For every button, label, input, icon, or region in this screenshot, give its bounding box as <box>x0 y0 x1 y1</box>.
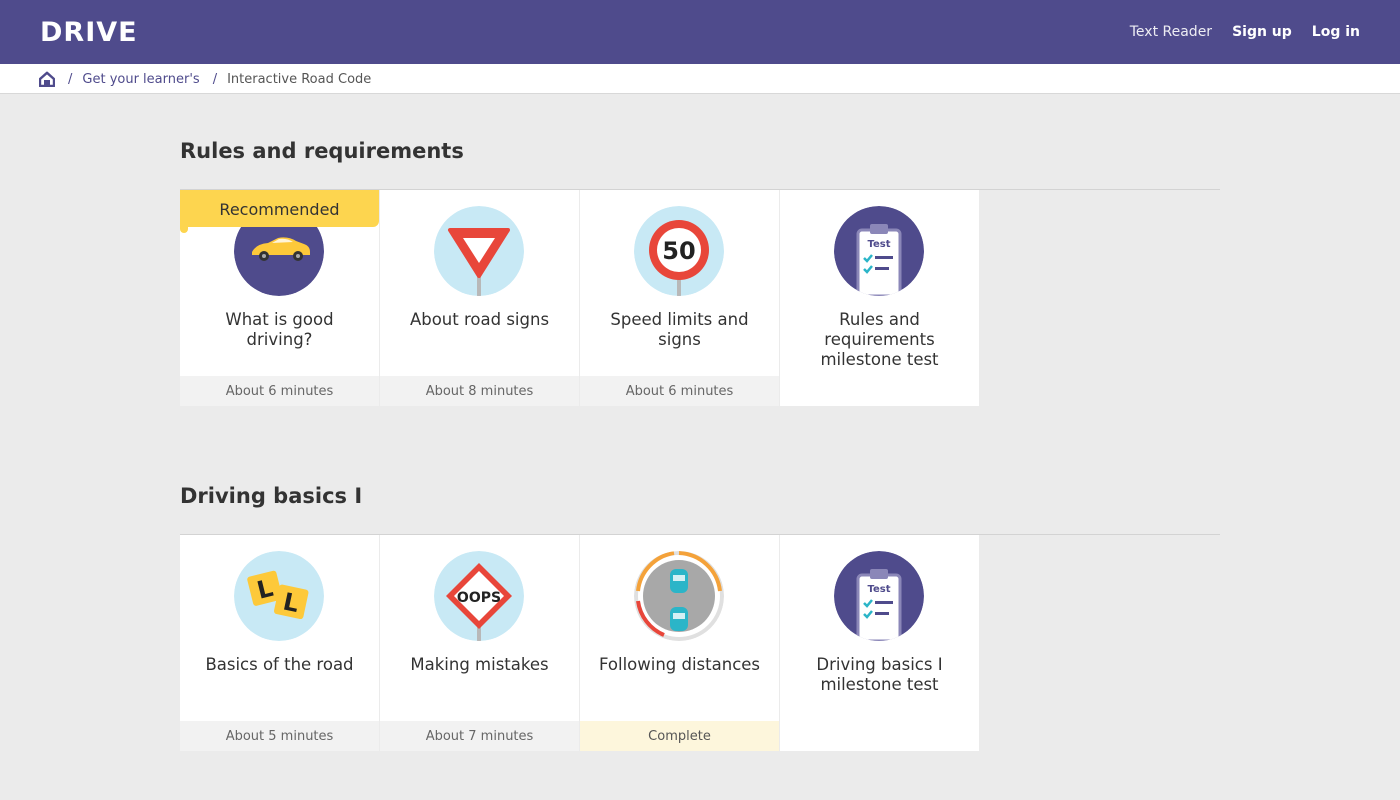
card-duration: About 5 minutes <box>180 721 379 751</box>
module-card-driving-basics-milestone-test[interactable]: Test Driving basics I milestone test <box>780 535 979 751</box>
test-clipboard-icon: Test <box>834 551 924 641</box>
breadcrumb: / Get your learner's / Interactive Road … <box>38 71 372 88</box>
oops-sign-icon: OOPS <box>434 551 524 641</box>
module-card-speed-limits-and-signs[interactable]: 50 Speed limits and signs About 6 minute… <box>580 190 779 406</box>
section-title: Rules and requirements <box>180 139 464 163</box>
test-clipboard-icon: Test <box>834 206 924 296</box>
card-title: About road signs <box>409 310 550 329</box>
card-duration: About 8 minutes <box>380 376 579 406</box>
module-card-rules-milestone-test[interactable]: Test Rules and requirements milestone te… <box>780 190 979 406</box>
module-card-making-mistakes[interactable]: OOPS Making mistakes About 7 minutes <box>380 535 579 751</box>
sign-up-link[interactable]: Sign up <box>1232 24 1292 40</box>
following-distance-cars-icon <box>634 551 724 641</box>
breadcrumb-separator: / <box>212 71 218 87</box>
section-driving-basics-1: Driving basics I L L Basics of the road <box>180 484 1220 754</box>
give-way-sign-icon <box>434 206 524 296</box>
card-title: Driving basics I milestone test <box>816 655 943 694</box>
card-status-complete: Complete <box>580 721 779 751</box>
breadcrumb-bar: / Get your learner's / Interactive Road … <box>0 64 1400 94</box>
log-in-link[interactable]: Log in <box>1312 24 1360 40</box>
card-title: What is good driving? <box>225 310 334 349</box>
badge-tail <box>180 227 188 233</box>
sign-text: 50 <box>662 237 695 265</box>
sign-text: Test <box>867 239 890 250</box>
card-title: Making mistakes <box>410 655 549 674</box>
breadcrumb-get-your-learners[interactable]: Get your learner's <box>82 72 199 87</box>
header-nav: Text Reader Sign up Log in <box>1130 24 1360 40</box>
learner-plates-icon: L L <box>234 551 324 641</box>
card-duration: About 7 minutes <box>380 721 579 751</box>
card-title: Speed limits and signs <box>610 310 749 349</box>
card-title: Following distances <box>598 655 761 674</box>
recommended-badge: Recommended <box>180 190 379 227</box>
card-title: Rules and requirements milestone test <box>820 310 939 369</box>
card-duration: About 6 minutes <box>580 376 779 406</box>
speed-limit-50-sign-icon: 50 <box>634 206 724 296</box>
module-card-about-road-signs[interactable]: About road signs About 8 minutes <box>380 190 579 406</box>
section-title: Driving basics I <box>180 484 363 508</box>
card-row: L L Basics of the road About 5 minutes O… <box>180 535 979 751</box>
home-icon[interactable] <box>38 71 56 88</box>
module-card-what-is-good-driving[interactable]: Recommended What is good driving? About … <box>180 190 379 406</box>
sign-text: OOPS <box>457 590 501 606</box>
section-rules-and-requirements: Rules and requirements Recommended What … <box>180 139 1220 409</box>
top-navigation-bar: DRIVE Text Reader Sign up Log in <box>0 0 1400 64</box>
drive-logo[interactable]: DRIVE <box>40 17 138 48</box>
module-card-basics-of-the-road[interactable]: L L Basics of the road About 5 minutes <box>180 535 379 751</box>
breadcrumb-separator: / <box>68 71 73 87</box>
card-row: Recommended What is good driving? About … <box>180 190 979 406</box>
text-reader-link[interactable]: Text Reader <box>1130 24 1212 40</box>
card-title: Basics of the road <box>205 655 354 674</box>
sign-text: Test <box>867 584 890 595</box>
card-duration: About 6 minutes <box>180 376 379 406</box>
breadcrumb-current: Interactive Road Code <box>227 71 372 87</box>
module-card-following-distances[interactable]: Following distances Complete <box>580 535 779 751</box>
